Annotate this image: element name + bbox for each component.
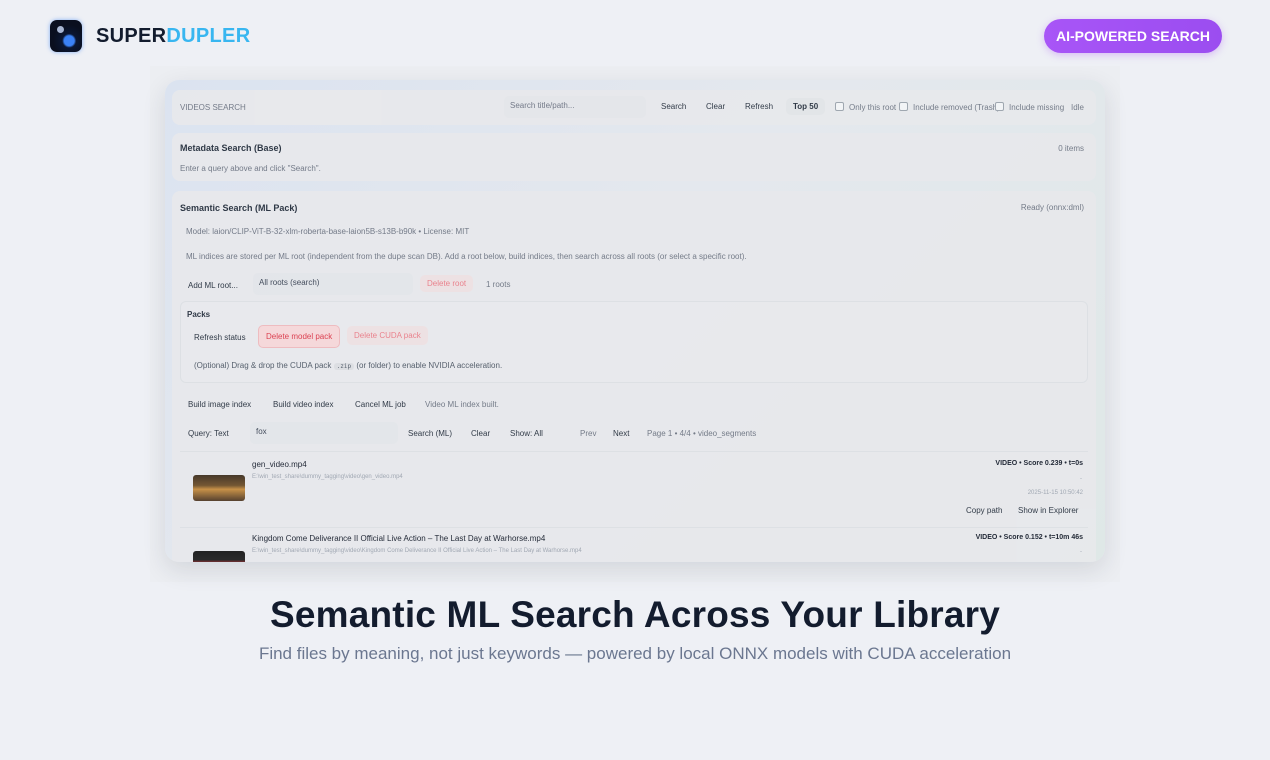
result-path: E:\win_test_share\dummy_tagging\video\Ki…	[252, 548, 582, 554]
metadata-title: Metadata Search (Base)	[180, 143, 282, 153]
brand-name: SUPERDUPLER	[96, 25, 250, 48]
video-thumbnail	[193, 551, 245, 562]
search-button[interactable]: Search	[654, 98, 693, 115]
subheadline: Find files by meaning, not just keywords…	[258, 644, 1012, 663]
next-page-button[interactable]: Next	[606, 425, 636, 442]
toolbar-status: Idle	[1071, 103, 1084, 112]
include-removed-checkbox[interactable]: Include removed (Trash)	[899, 102, 1000, 112]
packs-title: Packs	[187, 310, 211, 319]
brand-name-part1: SUPER	[96, 24, 167, 47]
show-in-explorer-button[interactable]: Show in Explorer	[1011, 502, 1085, 519]
metadata-search-card: Metadata Search (Base) 0 items Enter a q…	[172, 133, 1096, 181]
ml-clear-button[interactable]: Clear	[464, 425, 497, 442]
result-score: VIDEO • Score 0.152 • t=10m 46s	[975, 534, 1083, 541]
brand-name-part2: DUPLER	[166, 24, 251, 47]
search-ml-button[interactable]: Search (ML)	[401, 425, 459, 442]
roots-select[interactable]: All roots (search)	[253, 273, 413, 295]
refresh-status-button[interactable]: Refresh status	[187, 329, 253, 346]
top-select[interactable]: Top 50	[786, 98, 826, 115]
only-root-label: Only this root	[849, 103, 897, 112]
video-thumbnail	[193, 475, 245, 501]
build-image-index-button[interactable]: Build image index	[181, 396, 258, 413]
app-screenshot: VIDEOS SEARCH Search title/path... Searc…	[165, 80, 1105, 562]
checkbox-icon	[995, 102, 1004, 111]
refresh-button[interactable]: Refresh	[738, 98, 780, 115]
result-name: gen_video.mp4	[252, 460, 307, 469]
semantic-search-card: Semantic Search (ML Pack) Ready (onnx:dm…	[172, 191, 1096, 562]
only-root-checkbox[interactable]: Only this root	[835, 102, 896, 112]
metadata-count: 0 items	[1058, 144, 1084, 153]
result-dash: -	[1080, 476, 1082, 482]
result-name: Kingdom Come Deliverance II Official Liv…	[252, 534, 546, 543]
delete-cuda-pack-button[interactable]: Delete CUDA pack	[347, 326, 428, 345]
copy-path-button[interactable]: Copy path	[959, 502, 1009, 519]
include-removed-label: Include removed (Trash)	[913, 103, 1000, 112]
result-dash: -	[1080, 549, 1082, 555]
headline: Semantic ML Search Across Your Library	[269, 594, 1001, 635]
cuda-drop-hint[interactable]: (Optional) Drag & drop the CUDA pack .zi…	[194, 361, 502, 370]
result-score: VIDEO • Score 0.239 • t=0s	[995, 460, 1083, 467]
cancel-ml-job-button[interactable]: Cancel ML job	[348, 396, 413, 413]
checkbox-icon	[835, 102, 844, 111]
packs-panel: Packs Refresh status Delete model pack D…	[180, 301, 1088, 383]
search-toolbar: VIDEOS SEARCH Search title/path... Searc…	[172, 90, 1096, 125]
model-line: Model: laion/CLIP-ViT-B-32-xlm-roberta-b…	[186, 227, 470, 236]
delete-root-button[interactable]: Delete root	[420, 275, 474, 292]
checkbox-icon	[899, 102, 908, 111]
result-path: E:\win_test_share\dummy_tagging\video\ge…	[252, 474, 403, 480]
roots-count: 1 roots	[486, 280, 511, 289]
include-missing-checkbox[interactable]: Include missing	[995, 102, 1064, 112]
result-row[interactable]: Kingdom Come Deliverance II Official Liv…	[180, 527, 1088, 562]
ml-query-input[interactable]: fox	[250, 422, 398, 444]
add-ml-root-button[interactable]: Add ML root...	[181, 277, 245, 294]
delete-model-pack-button[interactable]: Delete model pack	[258, 325, 341, 348]
metadata-hint: Enter a query above and click "Search".	[180, 164, 321, 173]
semantic-title: Semantic Search (ML Pack)	[180, 203, 298, 213]
show-filter-select[interactable]: Show: All	[503, 425, 550, 442]
title-search-input[interactable]: Search title/path...	[504, 96, 646, 118]
prev-page-button[interactable]: Prev	[573, 425, 603, 442]
page-info: Page 1 • 4/4 • video_segments	[647, 429, 757, 438]
build-video-index-button[interactable]: Build video index	[266, 396, 340, 413]
result-date: 2025-11-15 10:50:42	[1027, 490, 1083, 496]
clear-button[interactable]: Clear	[699, 98, 732, 115]
ai-powered-badge: AI-POWERED SEARCH	[1044, 19, 1222, 53]
drop-hint-code: .zip	[333, 363, 355, 370]
drop-hint-pre: (Optional) Drag & drop the CUDA pack	[194, 361, 332, 370]
include-missing-label: Include missing	[1009, 103, 1065, 112]
ml-info-line: ML indices are stored per ML root (indep…	[186, 252, 747, 261]
brand: SUPERDUPLER	[50, 20, 250, 52]
semantic-status: Ready (onnx:dml)	[1020, 203, 1084, 212]
app-logo-icon	[50, 20, 82, 52]
query-mode-select[interactable]: Query: Text	[181, 425, 236, 442]
result-row[interactable]: gen_video.mp4 E:\win_test_share\dummy_ta…	[180, 451, 1088, 521]
toolbar-title: VIDEOS SEARCH	[180, 103, 246, 112]
drop-hint-post: (or folder) to enable NVIDIA acceleratio…	[356, 361, 503, 370]
build-status: Video ML index built.	[425, 400, 499, 409]
